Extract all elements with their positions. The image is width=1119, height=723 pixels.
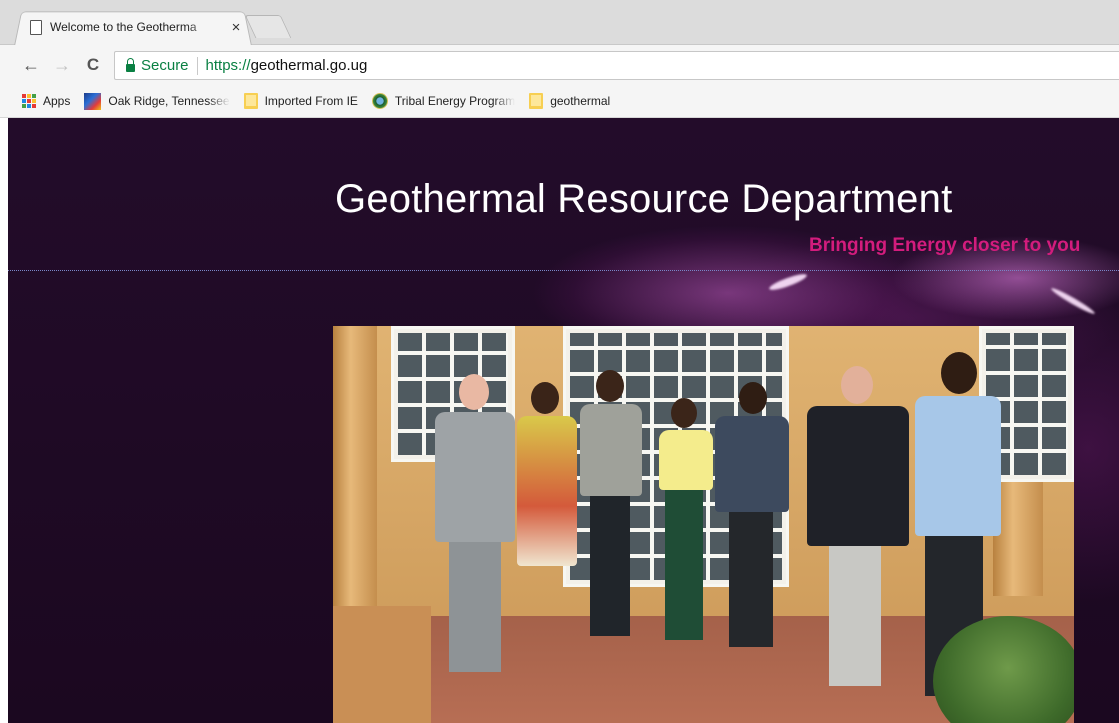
bookmark-imported-from-ie[interactable]: Imported From IE — [243, 93, 358, 109]
doe-seal-icon — [371, 93, 388, 109]
bookmark-label: geothermal — [550, 94, 611, 108]
active-tab[interactable]: Welcome to the Geotherma × — [30, 14, 244, 40]
bookmark-label: Oak Ridge, Tennessee — [108, 94, 230, 108]
tab-title: Welcome to the Geotherma — [50, 20, 197, 34]
bookmark-oak-ridge[interactable]: Oak Ridge, Tennessee — [84, 92, 230, 110]
bookmark-apps[interactable]: Apps — [22, 94, 70, 108]
group-photo — [333, 326, 1074, 723]
browser-toolbar: ← → C Secure https:// geothermal.go.ug — [0, 45, 1119, 85]
url-scheme: https:// — [205, 57, 251, 74]
reload-icon[interactable]: C — [83, 55, 103, 75]
folder-icon — [529, 93, 544, 109]
page-tagline: Bringing Energy closer to you — [809, 235, 1081, 256]
bookmark-label: Tribal Energy Program — [394, 94, 516, 108]
site-container: Geothermal Resource Department Bringing … — [8, 118, 1119, 723]
person — [513, 382, 583, 642]
lock-icon — [126, 57, 135, 72]
bookmark-label: Apps — [43, 94, 71, 108]
person — [655, 398, 717, 648]
address-separator — [196, 56, 198, 75]
new-tab-button[interactable] — [244, 15, 292, 38]
bookmark-geothermal[interactable]: geothermal — [529, 93, 610, 109]
person — [427, 374, 523, 684]
back-arrow-icon[interactable]: ← — [21, 55, 41, 75]
page-icon — [30, 19, 42, 35]
bookmarks-bar: Apps Oak Ridge, Tennessee Imported From … — [0, 85, 1119, 118]
photo-column — [333, 326, 377, 626]
close-icon[interactable]: × — [228, 19, 244, 36]
forward-arrow-icon[interactable]: → — [52, 55, 72, 75]
site-favicon-icon — [84, 92, 102, 110]
page-title: Geothermal Resource Department — [335, 177, 953, 221]
bookmark-label: Imported From IE — [264, 94, 358, 108]
bookmark-tribal-energy[interactable]: Tribal Energy Program — [371, 93, 516, 109]
folder-icon — [243, 93, 258, 109]
person — [803, 366, 915, 696]
secure-label: Secure — [141, 57, 189, 74]
browser-tabstrip: Welcome to the Geotherma × — [0, 0, 1119, 47]
url-host: geothermal.go.ug — [250, 57, 368, 74]
header-divider — [8, 270, 1119, 271]
photo-step — [333, 606, 431, 723]
person — [576, 370, 646, 650]
address-bar[interactable]: Secure https:// geothermal.go.ug — [114, 51, 1119, 80]
page-viewport: Geothermal Resource Department Bringing … — [0, 118, 1119, 723]
apps-grid-icon — [22, 94, 36, 108]
person — [711, 382, 793, 662]
